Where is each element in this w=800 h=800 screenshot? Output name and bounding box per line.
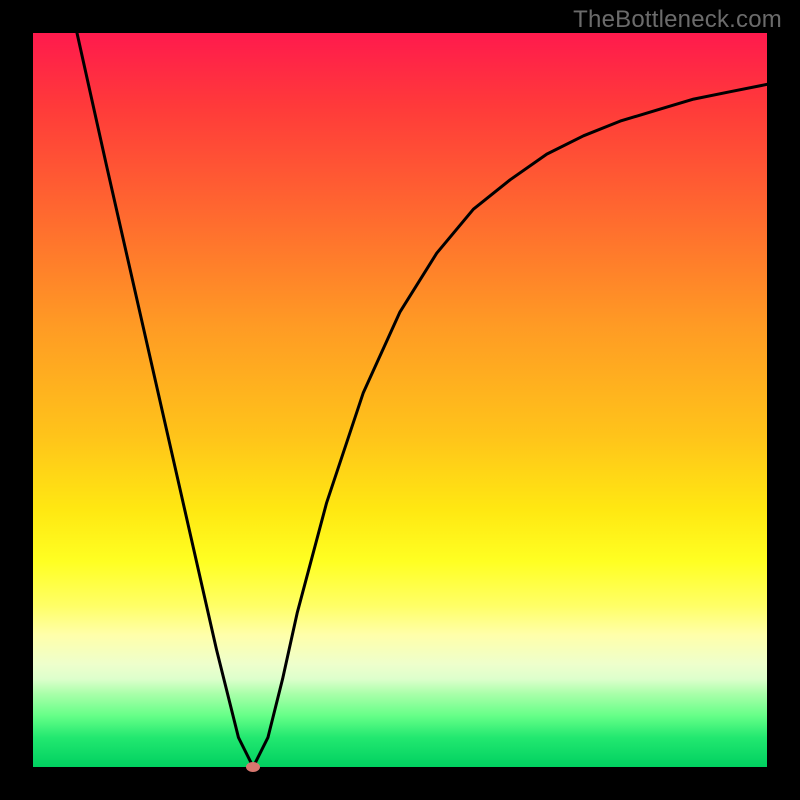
optimal-point-marker bbox=[246, 762, 260, 772]
bottleneck-curve bbox=[33, 33, 767, 767]
chart-frame: TheBottleneck.com bbox=[0, 0, 800, 800]
plot-area bbox=[33, 33, 767, 767]
watermark-text: TheBottleneck.com bbox=[573, 6, 782, 34]
